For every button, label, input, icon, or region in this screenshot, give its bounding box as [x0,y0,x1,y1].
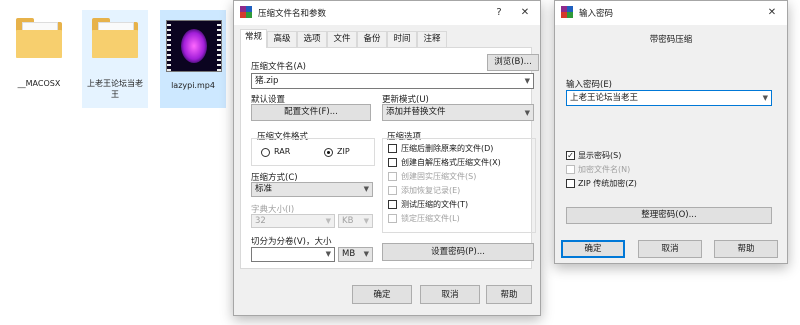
password-ok-button[interactable]: 确定 [561,240,625,258]
method-select[interactable]: 标准 ▼ [251,182,373,197]
dict-size-value: 32 [255,216,266,226]
file-label: __MACOSX [17,79,61,88]
chevron-down-icon[interactable]: ▼ [525,74,530,88]
profiles-button[interactable]: 配置文件(F)... [251,104,371,121]
set-password-button[interactable]: 设置密码(P)... [382,243,534,261]
ok-button[interactable]: 确定 [352,285,412,304]
recovery-record-label: 添加恢复记录(E) [401,186,461,195]
folder-icon [92,18,138,58]
dict-unit-select[interactable]: KB ▼ [338,214,373,228]
chevron-down-icon: ▼ [524,109,530,117]
archive-dialog-titlebar: 压缩文件名和参数 ? ✕ [234,1,540,25]
split-unit-value: MB [342,249,356,259]
method-value: 标准 [255,184,273,194]
archive-dialog: 压缩文件名和参数 ? ✕ 常规 高级 选项 文件 备份 时间 注释 压缩文件名(… [233,0,541,316]
chevron-down-icon: ▼ [363,185,369,193]
split-size-field[interactable]: ▼ [251,247,335,262]
test-files-label: 测试压缩的文件(T) [401,200,469,209]
chevron-down-icon: ▼ [325,250,331,258]
winrar-icon [561,6,573,18]
password-heading: 带密码压缩 [649,35,693,45]
zip-radio[interactable] [324,148,333,157]
winrar-icon [240,6,252,18]
archive-dialog-title: 压缩文件名和参数 [258,9,327,19]
show-password-label: 显示密码(S) [578,151,622,160]
rar-radio[interactable] [261,148,270,157]
update-mode-value: 添加并替换文件 [386,107,446,117]
tab-backup[interactable]: 备份 [357,31,387,47]
zip-legacy-label: ZIP 传统加密(Z) [578,179,637,188]
encrypt-filenames-label: 加密文件名(N) [578,165,631,174]
zip-legacy-checkbox[interactable] [566,179,575,188]
archive-name-field[interactable]: 猪.zip ▼ [251,73,534,89]
video-thumbnail-icon [166,20,222,72]
tab-options[interactable]: 选项 [297,31,327,47]
delete-after-checkbox[interactable] [388,144,397,153]
password-help-button[interactable]: 帮助 [714,240,778,258]
zip-radio-label: ZIP [337,147,350,156]
folder-macosx[interactable]: __MACOSX [6,10,72,108]
delete-after-label: 压缩后删除原来的文件(D) [401,144,494,153]
chevron-down-icon: ▼ [363,250,369,258]
solid-label: 创建固实压缩文件(S) [401,172,477,181]
test-files-checkbox[interactable] [388,200,397,209]
sfx-label: 创建自解压格式压缩文件(X) [401,158,501,167]
browse-button[interactable]: 浏览(B)... [487,54,539,71]
chevron-down-icon: ▼ [325,217,331,225]
chevron-down-icon: ▼ [363,217,369,225]
encrypt-filenames-checkbox[interactable] [566,165,575,174]
split-label: 切分为分卷(V)，大小 [251,237,332,247]
close-icon[interactable]: ✕ [761,4,783,21]
rar-radio-label: RAR [274,147,291,156]
password-dialog-titlebar: 输入密码 ✕ [555,1,787,25]
file-label: lazypi.mp4 [171,81,215,90]
password-label: 输入密码(E) [566,80,613,90]
sfx-checkbox[interactable] [388,158,397,167]
close-icon[interactable]: ✕ [514,4,536,21]
recovery-record-checkbox[interactable] [388,186,397,195]
password-dialog-title: 输入密码 [579,9,614,19]
dict-unit-value: KB [342,216,354,226]
cancel-button[interactable]: 取消 [420,285,480,304]
help-icon[interactable]: ? [488,4,510,21]
password-cancel-button[interactable]: 取消 [638,240,702,258]
split-unit-select[interactable]: MB ▼ [338,247,373,262]
password-value: 上老王论坛当老王 [570,93,639,103]
video-file-lazypi[interactable]: lazypi.mp4 [160,10,226,108]
general-panel: 压缩文件名(A) 浏览(B)... 猪.zip ▼ 默认设置 配置文件(F)..… [240,47,539,269]
organize-passwords-button[interactable]: 整理密码(O)... [566,207,772,224]
dict-size-select[interactable]: 32 ▼ [251,214,335,228]
tab-files[interactable]: 文件 [327,31,357,47]
tab-general[interactable]: 常规 [240,29,267,48]
archive-name-label: 压缩文件名(A) [251,62,306,72]
show-password-checkbox[interactable]: ✓ [566,151,575,160]
file-label: 上老王论坛当老王 [87,79,143,99]
folder-laowang[interactable]: 上老王论坛当老王 [82,10,148,108]
lock-archive-label: 锁定压缩文件(L) [401,214,460,223]
solid-checkbox[interactable] [388,172,397,181]
tab-comment[interactable]: 注释 [417,31,447,47]
help-button[interactable]: 帮助 [486,285,532,304]
update-mode-select[interactable]: 添加并替换文件 ▼ [382,104,534,121]
folder-icon [16,18,62,58]
password-dialog: 输入密码 ✕ 带密码压缩 输入密码(E) 上老王论坛当老王 ▼ ✓ 显示密码(S… [554,0,788,264]
chevron-down-icon[interactable]: ▼ [763,91,768,105]
tab-advanced[interactable]: 高级 [267,31,297,47]
archive-name-value: 猪.zip [255,76,279,86]
lock-archive-checkbox[interactable] [388,214,397,223]
tab-time[interactable]: 时间 [387,31,417,47]
password-input[interactable]: 上老王论坛当老王 ▼ [566,90,772,106]
